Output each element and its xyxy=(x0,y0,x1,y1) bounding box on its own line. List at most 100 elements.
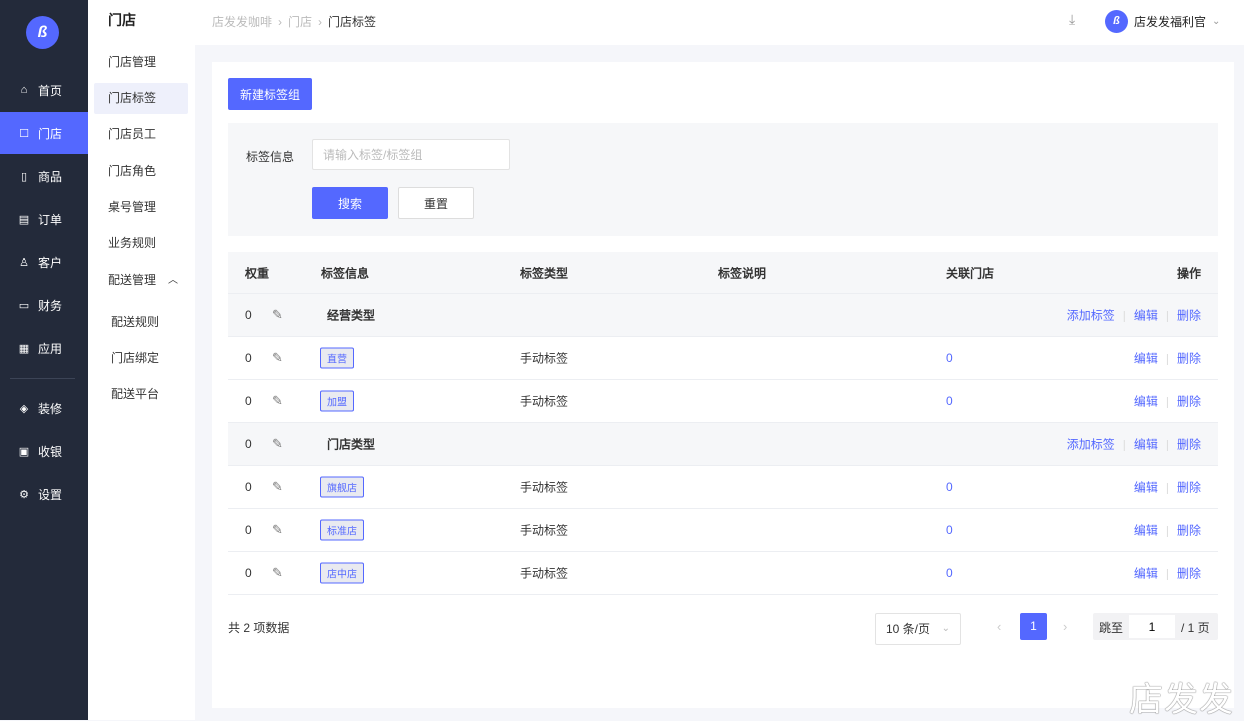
download-icon[interactable]: ⤓ xyxy=(1069,11,1075,28)
subnav-item[interactable]: 门店角色 xyxy=(94,156,188,187)
action-edit-button[interactable]: 编辑 xyxy=(1134,565,1158,582)
subnav-label: 门店角色 xyxy=(108,164,157,178)
linked-stores-link[interactable]: 0 xyxy=(946,394,953,408)
action-add-tag-button[interactable]: 添加标签 xyxy=(1067,307,1115,324)
subnav-item[interactable]: 配送管理 ︿ xyxy=(94,265,188,296)
sidebar-item-9[interactable]: ⚙ 设置 xyxy=(0,473,88,515)
sidebar-item-8[interactable]: ▣ 收银 xyxy=(0,430,88,472)
edit-weight-icon[interactable]: ✎ xyxy=(272,522,283,538)
chevron-right-icon: › xyxy=(278,15,283,29)
edit-weight-icon[interactable]: ✎ xyxy=(272,350,283,366)
edit-weight-icon[interactable]: ✎ xyxy=(272,565,283,581)
sidebar-item-5[interactable]: ▭ 财务 xyxy=(0,284,88,326)
action-delete-button[interactable]: 删除 xyxy=(1177,307,1201,324)
subnav-label: 业务规则 xyxy=(108,236,157,250)
weight-value: 0 xyxy=(245,308,252,322)
action-divider: | xyxy=(1165,351,1169,365)
tag-type: 手动标签 xyxy=(520,523,569,538)
action-edit-button[interactable]: 编辑 xyxy=(1134,307,1158,324)
sub-sidebar-title: 门店 xyxy=(108,12,136,28)
new-tag-group-button[interactable]: 新建标签组 xyxy=(228,78,312,110)
tag-badge: 加盟 xyxy=(320,390,354,412)
breadcrumb-item[interactable]: 店发发咖啡 xyxy=(212,15,272,29)
tag-search-input[interactable] xyxy=(312,139,510,170)
sidebar-item-1[interactable]: ☐ 门店 xyxy=(0,112,88,154)
action-delete-button[interactable]: 删除 xyxy=(1177,565,1201,582)
subnav-item[interactable]: 门店管理 xyxy=(94,47,188,78)
chevron-down-icon: ⌄ xyxy=(941,623,950,634)
subnav-child-item[interactable]: 配送规则 xyxy=(94,307,188,338)
edit-weight-icon[interactable]: ✎ xyxy=(272,479,283,495)
action-divider: | xyxy=(1165,437,1169,451)
action-delete-button[interactable]: 删除 xyxy=(1177,393,1201,410)
user-menu[interactable]: ß 店发发福利官 ⌄ xyxy=(1105,10,1220,33)
breadcrumb-item[interactable]: 门店 xyxy=(288,15,312,29)
table-row: 0 ✎ 旗舰店 手动标签 0 编辑 | 删除 xyxy=(228,466,1218,509)
sidebar-item-4[interactable]: ♙ 客户 xyxy=(0,241,88,283)
sidebar-item-3[interactable]: ▤ 订单 xyxy=(0,198,88,240)
gear-icon: ⚙ xyxy=(19,488,29,501)
action-divider: | xyxy=(1165,394,1169,408)
weight-value: 0 xyxy=(245,437,252,451)
action-edit-button[interactable]: 编辑 xyxy=(1134,436,1158,453)
action-divider: | xyxy=(1165,480,1169,494)
store-icon: ☐ xyxy=(19,127,29,140)
prev-page-button[interactable]: ‹ xyxy=(997,619,1001,634)
subnav-item[interactable]: 门店员工 xyxy=(94,119,188,150)
action-delete-button[interactable]: 删除 xyxy=(1177,522,1201,539)
linked-stores-link[interactable]: 0 xyxy=(946,351,953,365)
action-edit-button[interactable]: 编辑 xyxy=(1134,350,1158,367)
action-delete-button[interactable]: 删除 xyxy=(1177,350,1201,367)
content-card: 新建标签组 标签信息 搜索 重置 权重 标签信息 标签类型 标签说明 关联门店 … xyxy=(212,62,1234,708)
col-tag-info: 标签信息 xyxy=(321,266,370,280)
table-row: 0 ✎ 店中店 手动标签 0 编辑 | 删除 xyxy=(228,552,1218,595)
action-add-tag-button[interactable]: 添加标签 xyxy=(1067,436,1115,453)
linked-stores-link[interactable]: 0 xyxy=(946,523,953,537)
brand-logo[interactable]: ß xyxy=(26,16,59,49)
subnav-item[interactable]: 门店标签 xyxy=(94,83,188,114)
row-actions: 添加标签 | 编辑 | 删除 xyxy=(1067,436,1201,453)
sidebar-item-2[interactable]: ▯ 商品 xyxy=(0,155,88,197)
search-button[interactable]: 搜索 xyxy=(312,187,388,219)
action-edit-button[interactable]: 编辑 xyxy=(1134,393,1158,410)
edit-weight-icon[interactable]: ✎ xyxy=(272,393,283,409)
weight-value: 0 xyxy=(245,523,252,537)
jump-page-input[interactable] xyxy=(1129,615,1175,638)
action-edit-button[interactable]: 编辑 xyxy=(1134,522,1158,539)
edit-weight-icon[interactable]: ✎ xyxy=(272,307,283,323)
weight-value: 0 xyxy=(245,351,252,365)
col-stores: 关联门店 xyxy=(946,266,995,280)
action-edit-button[interactable]: 编辑 xyxy=(1134,479,1158,496)
action-divider: | xyxy=(1165,523,1169,537)
linked-stores-link[interactable]: 0 xyxy=(946,566,953,580)
sidebar-item-7[interactable]: ◈ 装修 xyxy=(0,387,88,429)
page-1-button[interactable]: 1 xyxy=(1020,613,1047,640)
tag-type: 手动标签 xyxy=(520,351,569,366)
linked-stores-link[interactable]: 0 xyxy=(946,480,953,494)
subnav-item[interactable]: 桌号管理 xyxy=(94,192,188,223)
filter-label: 标签信息 xyxy=(246,150,295,164)
jump-label: 跳至 xyxy=(1099,621,1124,635)
reset-button[interactable]: 重置 xyxy=(398,187,474,219)
action-divider: | xyxy=(1165,566,1169,580)
row-actions: 添加标签 | 编辑 | 删除 xyxy=(1067,307,1201,324)
sidebar-item-0[interactable]: ⌂ 首页 xyxy=(0,69,88,111)
subnav-child-item[interactable]: 配送平台 xyxy=(94,379,188,410)
home-icon: ⌂ xyxy=(20,84,28,96)
action-delete-button[interactable]: 删除 xyxy=(1177,436,1201,453)
action-delete-button[interactable]: 删除 xyxy=(1177,479,1201,496)
sidebar-item-label: 应用 xyxy=(38,341,63,356)
sidebar-item-6[interactable]: ▦ 应用 xyxy=(0,327,88,369)
weight-value: 0 xyxy=(245,566,252,580)
layers-icon: ◈ xyxy=(19,402,29,415)
edit-weight-icon[interactable]: ✎ xyxy=(272,436,283,452)
group-name: 经营类型 xyxy=(327,308,376,323)
next-page-button[interactable]: › xyxy=(1063,619,1067,634)
subnav-item[interactable]: 业务规则 xyxy=(94,228,188,259)
top-header: 店发发咖啡 › 门店 › 门店标签 ⤓ ß 店发发福利官 ⌄ xyxy=(195,0,1244,45)
chevron-right-icon: › xyxy=(318,15,323,29)
avatar: ß xyxy=(1105,10,1128,33)
page-size-select[interactable]: 10 条/页 ⌄ xyxy=(875,613,961,645)
subnav-child-item[interactable]: 门店绑定 xyxy=(94,343,188,374)
action-divider: | xyxy=(1122,437,1126,451)
